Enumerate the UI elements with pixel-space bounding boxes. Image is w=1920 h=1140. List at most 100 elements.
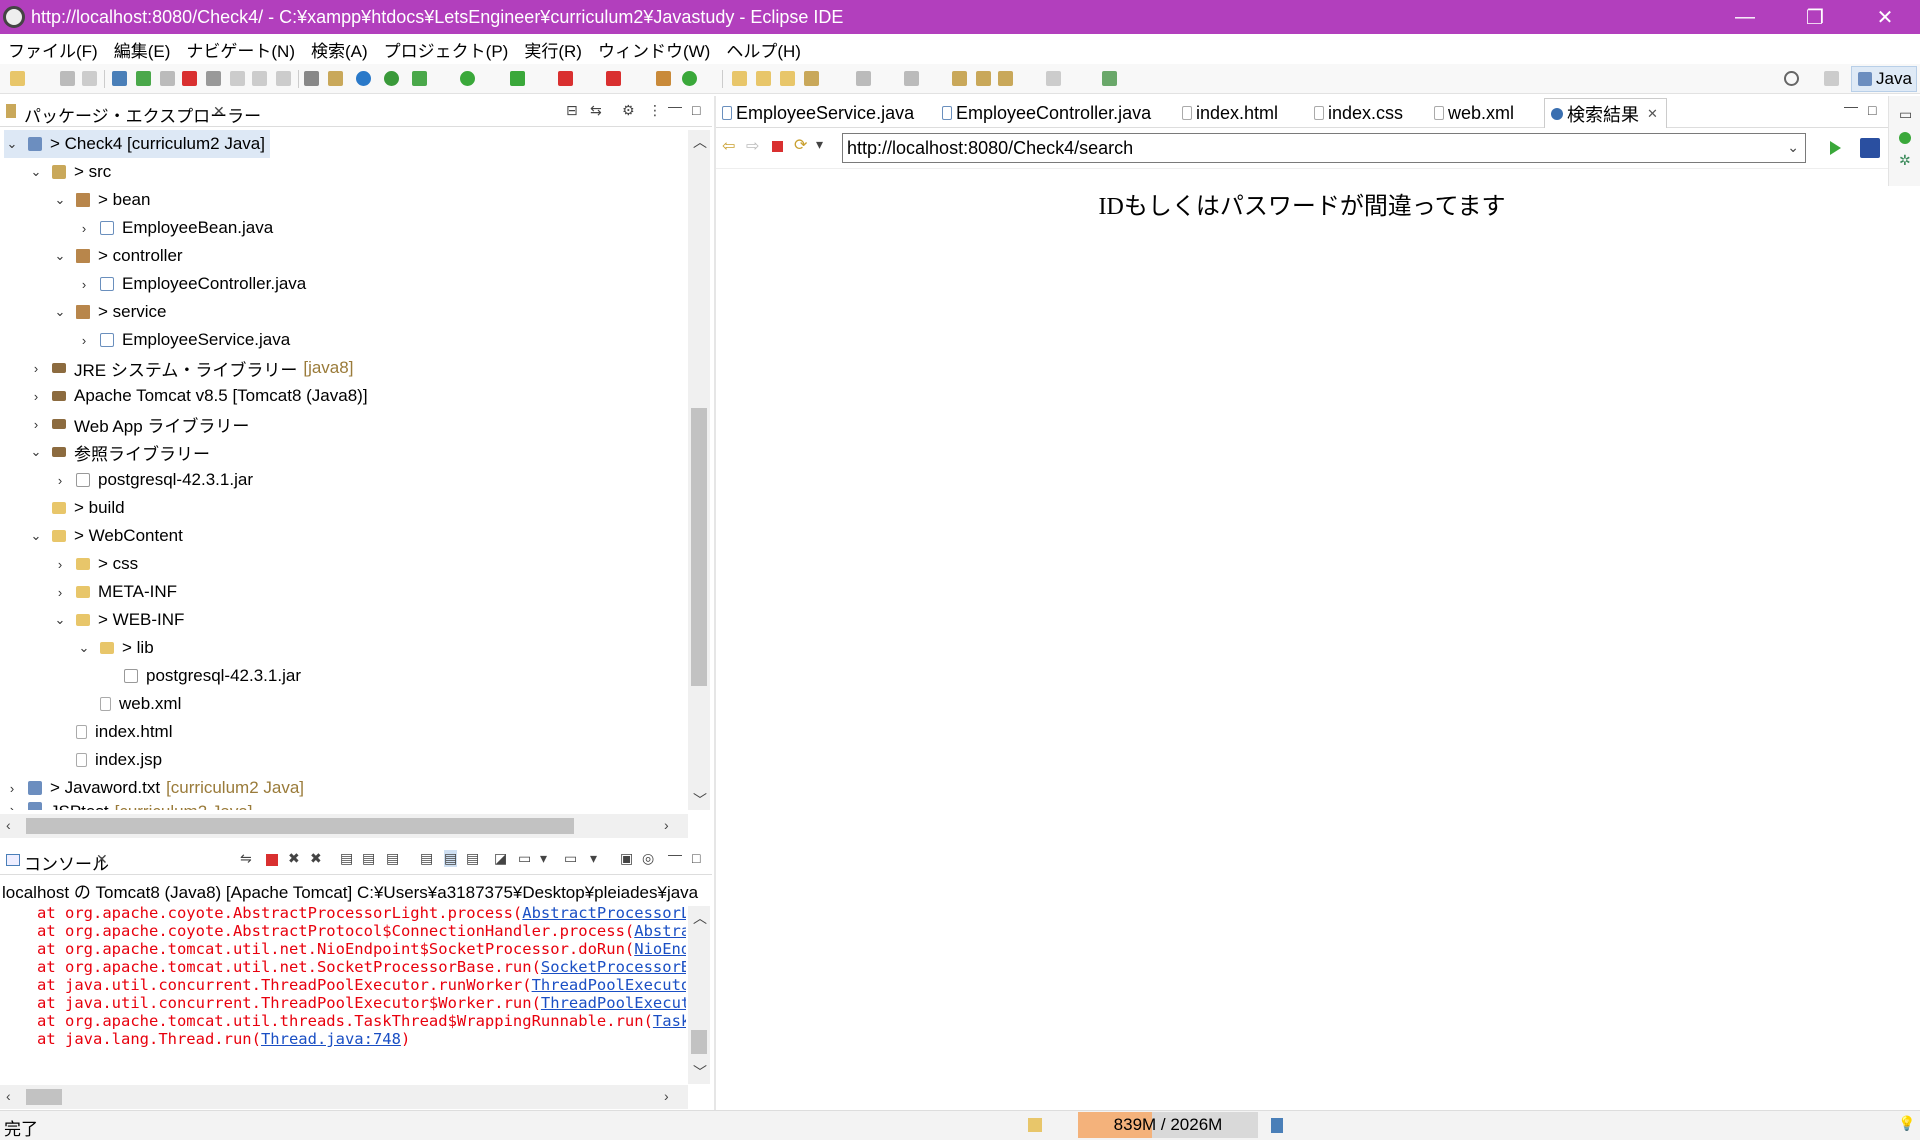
maximize-view-icon[interactable]: □ (692, 850, 700, 866)
view-menu-icon[interactable]: ⋮ (648, 102, 662, 119)
tree-item-web-xml[interactable]: web.xml (76, 690, 181, 718)
new-console-icon[interactable]: ▭ (564, 850, 577, 867)
console-settings-icon[interactable]: ▣ (620, 850, 633, 867)
stack-link[interactable]: TaskTh (653, 1012, 686, 1030)
tree-item-employeecontroller[interactable]: › EmployeeController.java (76, 270, 306, 298)
terminate-icon[interactable] (266, 854, 278, 866)
menu-run[interactable]: 実行(R) (516, 37, 590, 62)
expand-icon[interactable]: › (52, 557, 68, 572)
expand-icon[interactable]: ⌄ (52, 304, 68, 320)
disconnect-icon[interactable] (206, 71, 221, 86)
scroll-up-icon[interactable]: ︿ (693, 132, 707, 152)
stop-icon[interactable] (772, 141, 783, 152)
expand-icon[interactable]: ⌄ (52, 192, 68, 208)
tree-item-postgresql-jar[interactable]: › postgresql-42.3.1.jar (52, 466, 253, 494)
menu-help[interactable]: ヘルプ(H) (718, 37, 809, 62)
start-server-icon[interactable] (384, 71, 399, 86)
tab-search-result[interactable]: 検索結果 ✕ (1544, 98, 1667, 128)
expand-icon[interactable]: › (52, 585, 68, 600)
close-view-icon[interactable]: ✕ (96, 851, 108, 868)
expand-icon[interactable]: ⌄ (52, 248, 68, 264)
tree-item-tomcat[interactable]: › Apache Tomcat v8.5 [Tomcat8 (Java8)] (28, 382, 368, 410)
expand-icon[interactable]: › (76, 221, 92, 236)
chevron-down-icon[interactable]: ⌄ (1787, 139, 1799, 156)
expand-icon[interactable]: › (4, 781, 20, 796)
clear-console-icon[interactable]: ▤ (340, 850, 353, 867)
expand-icon[interactable]: ⌄ (76, 640, 92, 656)
scroll-down-icon[interactable]: ﹀ (693, 1062, 707, 1082)
tree-item-javaword[interactable]: › > Javaword.txt [curriculum2 Java] (4, 774, 304, 802)
tree-item-check4[interactable]: ⌄ > Check4 [curriculum2 Java] (4, 130, 270, 158)
expand-icon[interactable]: › (76, 333, 92, 348)
close-tab-icon[interactable]: ✕ (1647, 106, 1658, 122)
new-java-package-icon[interactable] (656, 71, 671, 86)
maximize-editor-icon[interactable]: □ (1868, 102, 1876, 118)
collapse-all-icon[interactable]: ⊟ (566, 102, 578, 119)
minimize-view-icon[interactable]: — (668, 98, 682, 114)
tab-index-html[interactable]: index.html (1182, 98, 1278, 128)
pin-console-icon[interactable]: ▤ (466, 850, 479, 867)
debug-icon[interactable] (412, 71, 427, 86)
package-explorer-tab[interactable]: パッケージ・エクスプローラー (24, 102, 261, 127)
run-icon[interactable] (460, 71, 475, 86)
new-server-icon[interactable] (606, 71, 621, 86)
resume-icon[interactable] (136, 71, 151, 86)
word-wrap-icon[interactable]: ▤ (386, 850, 399, 867)
step-over-icon[interactable] (252, 71, 267, 86)
stack-link[interactable]: NioEndpo (634, 940, 686, 958)
tree-item-service[interactable]: ⌄ > service (52, 298, 167, 326)
tree-item-webcontent[interactable]: ⌄ > WebContent (28, 522, 183, 550)
package-explorer-vscrollbar[interactable]: ︿ ﹀ (688, 130, 710, 810)
console-output[interactable]: at org.apache.coyote.AbstractProcessorLi… (0, 904, 686, 1084)
url-input[interactable]: http://localhost:8080/Check4/search ⌄ (842, 133, 1806, 163)
tree-item-controller[interactable]: ⌄ > controller (52, 242, 183, 270)
remove-launch-icon[interactable]: ⇋ (240, 850, 252, 867)
scroll-right-icon[interactable]: › (664, 817, 669, 833)
menu-edit[interactable]: 編集(E) (106, 37, 179, 62)
expand-icon[interactable]: ⌄ (28, 164, 44, 180)
pin-editor-icon[interactable] (1102, 71, 1117, 86)
stack-link[interactable]: Abstract (634, 922, 686, 940)
tree-item-bean[interactable]: ⌄ > bean (52, 186, 151, 214)
open-type-icon[interactable] (732, 71, 747, 86)
terminate-icon[interactable] (182, 71, 197, 86)
tree-item-jsptest[interactable]: › JSPtest [curriculum2 Java] (4, 802, 253, 810)
console-icon[interactable] (112, 71, 127, 86)
scroll-up-icon[interactable]: ︿ (693, 908, 707, 928)
new-icon[interactable] (10, 71, 25, 86)
search-tool-icon[interactable] (804, 71, 819, 86)
heap-status[interactable]: 839M / 2026M (1078, 1112, 1258, 1138)
scroll-left-icon[interactable]: ‹ (6, 1088, 11, 1104)
java-perspective-button[interactable]: Java (1851, 66, 1917, 92)
server-status-icon[interactable] (1899, 132, 1911, 144)
tree-item-employeeservice[interactable]: › EmployeeService.java (76, 326, 290, 354)
save-icon[interactable] (60, 71, 75, 86)
tree-item-build[interactable]: > build (28, 494, 125, 522)
expand-icon[interactable]: ⌄ (4, 136, 20, 152)
stack-link[interactable]: AbstractProcessorLig (522, 904, 686, 922)
stack-link[interactable]: Thread.java:748 (261, 1030, 401, 1048)
coverage-icon[interactable] (510, 71, 525, 86)
scroll-left-icon[interactable]: ‹ (6, 817, 11, 833)
remove-icon[interactable]: ✖ (288, 850, 300, 867)
suspend-icon[interactable] (160, 71, 175, 86)
menu-project[interactable]: プロジェクト(P) (376, 37, 517, 62)
servers-view-icon[interactable]: ✲ (1899, 152, 1911, 169)
save-all-icon[interactable] (82, 71, 97, 86)
menu-search[interactable]: 検索(A) (303, 37, 376, 62)
minimize-button[interactable]: — (1710, 0, 1780, 34)
expand-icon[interactable]: › (4, 802, 20, 810)
expand-icon[interactable]: ⌄ (28, 528, 44, 544)
minimize-view-icon[interactable]: — (668, 846, 682, 862)
minimize-editor-icon[interactable]: — (1844, 98, 1858, 114)
tree-item-web-inf[interactable]: ⌄ > WEB-INF (52, 606, 185, 634)
forward-arrow-icon[interactable] (1046, 71, 1061, 86)
open-task-icon[interactable] (756, 71, 771, 86)
scroll-right-icon[interactable]: › (664, 1088, 669, 1104)
expand-icon[interactable]: › (28, 389, 44, 404)
dropdown-icon[interactable]: ▾ (540, 850, 547, 867)
prev-annotation-icon[interactable] (904, 71, 919, 86)
refresh-icon[interactable]: ⟳ (794, 135, 807, 155)
open-external-browser-icon[interactable] (1860, 138, 1880, 158)
filter-icon[interactable]: ⚙ (622, 102, 635, 119)
